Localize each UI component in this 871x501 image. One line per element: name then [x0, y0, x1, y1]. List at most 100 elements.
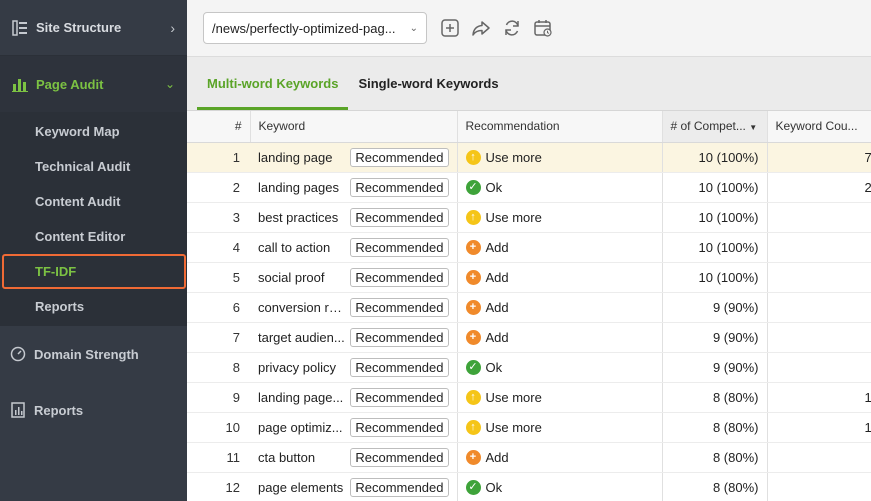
- col-header-keyword[interactable]: Keyword: [250, 111, 458, 143]
- use-more-icon: ↑: [465, 389, 481, 405]
- keyword-text: page optimiz...: [258, 419, 343, 435]
- add-page-icon[interactable]: [439, 17, 461, 39]
- keyword-count-cell: 9: [766, 292, 871, 323]
- share-icon[interactable]: [470, 17, 492, 39]
- keyword-count-cell: 5: [766, 232, 871, 263]
- keyword-count-cell: 3: [766, 322, 871, 353]
- url-select[interactable]: /news/perfectly-optimized-pag... ⌄: [203, 12, 427, 44]
- keyword-table-wrap: # Keyword Recommendation # of Compet... …: [187, 111, 871, 501]
- competitors-cell: 10 (100%): [661, 142, 767, 173]
- nav-domain-strength[interactable]: Domain Strength: [0, 326, 187, 382]
- row-index: 7: [187, 322, 250, 353]
- col-header-competitors[interactable]: # of Compet... ▼: [662, 111, 768, 143]
- col-header-recommendation[interactable]: Recommendation: [456, 111, 663, 143]
- row-index: 4: [187, 232, 250, 263]
- recommended-badge: Recommended: [350, 267, 449, 287]
- keyword-cell: landing page Recommended: [250, 142, 457, 173]
- keyword-cell: page elements Recommended: [250, 472, 457, 501]
- table-row[interactable]: 1 landing page Recommended ↑ Use more 10 (100…: [187, 142, 871, 173]
- keyword-text: cta button: [258, 449, 316, 465]
- nav-site-structure[interactable]: Site Structure ›: [0, 0, 187, 56]
- table-row[interactable]: 3 best practices Recommended ↑ Use more 10 (1…: [187, 202, 871, 233]
- table-row[interactable]: 9 landing page... Recommended ↑ Use more 8 (8…: [187, 382, 871, 413]
- competitors-cell: 10 (100%): [661, 262, 767, 293]
- recommendation-text: Ok: [485, 359, 503, 375]
- add-icon: +: [465, 449, 481, 465]
- table-row[interactable]: 10 page optimiz... Recommended ↑ Use more 8 (…: [187, 412, 871, 443]
- keyword-cell: social proof Recommended: [250, 262, 457, 293]
- recommended-badge: Recommended: [350, 207, 449, 227]
- recommended-badge: Recommended: [350, 357, 449, 377]
- sub-item-content-editor[interactable]: Content Editor: [0, 219, 187, 254]
- row-index: 9: [187, 382, 250, 413]
- row-index: 10: [187, 412, 250, 443]
- recommendation-cell: + Add: [456, 292, 662, 323]
- chevron-down-icon: ⌄: [409, 22, 418, 34]
- keyword-text: landing pages: [258, 179, 339, 195]
- recommendation-text: Use more: [485, 389, 542, 405]
- keyword-text: privacy policy: [258, 359, 337, 375]
- table-row[interactable]: 8privacy policyRecommended✓Ok9 (90%)2: [187, 352, 871, 383]
- gauge-icon: [10, 346, 26, 362]
- keyword-count-cell: 3: [766, 262, 871, 293]
- keyword-text: target audien...: [258, 329, 345, 345]
- keyword-count-cell: 27: [766, 172, 871, 203]
- table-row[interactable]: 2landing pagesRecommended✓Ok10 (100%)27: [187, 172, 871, 203]
- recommended-badge: Recommended: [350, 447, 449, 467]
- ok-icon: ✓: [465, 479, 481, 495]
- competitors-cell: 10 (100%): [661, 172, 767, 203]
- recommendation-text: Add: [485, 299, 509, 315]
- recommended-badge: Recommended: [350, 327, 449, 347]
- sub-item-technical-audit[interactable]: Technical Audit: [0, 149, 187, 184]
- competitors-cell: 9 (90%): [661, 292, 767, 323]
- sub-item-reports[interactable]: Reports: [0, 289, 187, 324]
- keyword-tabs: Multi-word Keywords Single-word Keywords: [187, 57, 871, 111]
- nav-domain-strength-label: Domain Strength: [34, 346, 139, 362]
- tab-single-word-keywords[interactable]: Single-word Keywords: [348, 56, 508, 110]
- tab-multi-word-keywords[interactable]: Multi-word Keywords: [197, 56, 349, 110]
- use-more-icon: ↑: [465, 209, 481, 225]
- keyword-text: social proof: [258, 269, 325, 285]
- table-row[interactable]: 12page elementsRecommended✓Ok8 (80%)3: [187, 472, 871, 501]
- table-row[interactable]: 5social proofRecommended+Add10 (100%)3: [187, 262, 871, 293]
- table-row[interactable]: 4call to actionRecommended+Add10 (100%)5: [187, 232, 871, 263]
- refresh-icon[interactable]: [501, 17, 523, 39]
- use-more-icon: ↑: [465, 149, 481, 165]
- toolbar: /news/perfectly-optimized-pag... ⌄: [187, 0, 871, 57]
- table-row[interactable]: 7target audien...Recommended+Add9 (90%)3: [187, 322, 871, 353]
- table-row[interactable]: 11cta buttonRecommended+Add8 (80%)4: [187, 442, 871, 473]
- page-audit-submenu: Keyword Map Technical Audit Content Audi…: [0, 112, 187, 326]
- recommendation-cell: ✓ Ok: [456, 352, 662, 383]
- recommendation-cell: ↑ Use more: [456, 202, 662, 233]
- nav-page-audit[interactable]: Page Audit ⌄: [0, 56, 187, 112]
- recommendation-text: Add: [485, 329, 509, 345]
- competitors-cell: 10 (100%): [661, 202, 767, 233]
- table-body: 1 landing page Recommended ↑ Use more 10 (100…: [187, 142, 871, 501]
- table-row[interactable]: 6conversion rateRecommended+Add9 (90%)9: [187, 292, 871, 323]
- col-header-keyword-count[interactable]: Keyword Cou...: [767, 111, 871, 143]
- url-select-value: /news/perfectly-optimized-pag...: [212, 20, 396, 36]
- competitors-cell: 8 (80%): [661, 412, 767, 443]
- nav-reports-label: Reports: [34, 402, 84, 418]
- add-icon: +: [465, 269, 481, 285]
- keyword-text: call to action: [258, 239, 331, 255]
- bar-chart-icon: [12, 76, 28, 92]
- keyword-table: # Keyword Recommendation # of Compet... …: [187, 111, 871, 501]
- nav-site-structure-label: Site Structure: [36, 20, 122, 35]
- add-icon: +: [465, 239, 481, 255]
- sub-item-tf-idf[interactable]: TF-IDF: [2, 254, 186, 289]
- sub-item-content-audit[interactable]: Content Audit: [0, 184, 187, 219]
- nav-reports[interactable]: Reports: [0, 382, 187, 438]
- recommended-badge: Recommended: [350, 417, 449, 437]
- keyword-cell: cta button Recommended: [250, 442, 457, 473]
- add-icon: +: [465, 299, 481, 315]
- sub-item-keyword-map[interactable]: Keyword Map: [0, 114, 187, 149]
- keyword-count-cell: 73: [766, 142, 871, 173]
- schedule-icon[interactable]: [532, 17, 554, 39]
- recommendation-text: Add: [485, 269, 509, 285]
- ok-icon: ✓: [465, 179, 481, 195]
- competitors-cell: 9 (90%): [661, 322, 767, 353]
- recommendation-cell: ✓ Ok: [456, 472, 662, 501]
- col-header-index[interactable]: #: [187, 111, 251, 143]
- row-index: 6: [187, 292, 250, 323]
